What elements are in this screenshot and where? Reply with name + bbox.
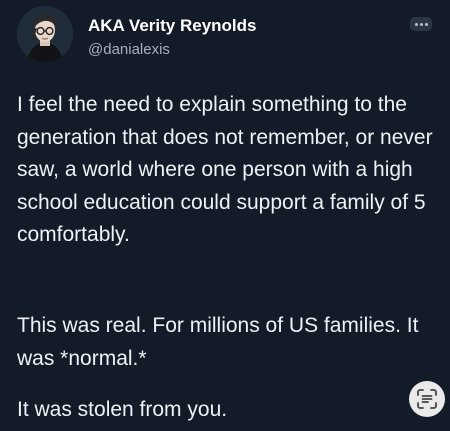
person-illustration-icon — [17, 6, 73, 62]
tweet-paragraph-1: I feel the need to explain something to … — [17, 93, 433, 246]
author-name[interactable]: AKA Verity Reynolds — [88, 16, 256, 36]
more-dot — [424, 22, 428, 26]
author-handle[interactable]: @danialexis — [88, 41, 170, 58]
tweet-card: AKA Verity Reynolds @danialexis I feel t… — [0, 0, 450, 431]
more-icon[interactable] — [410, 17, 432, 31]
tweet-paragraph-3: It was stolen from you. — [17, 398, 228, 421]
avatar[interactable] — [17, 6, 73, 62]
text-scan-button[interactable] — [409, 381, 445, 417]
tweet-header: AKA Verity Reynolds @danialexis — [17, 6, 437, 66]
more-dot — [414, 22, 418, 26]
more-dot — [419, 22, 423, 26]
tweet-paragraph-2: This was real. For millions of US famili… — [17, 314, 419, 370]
text-scan-icon — [417, 389, 437, 409]
